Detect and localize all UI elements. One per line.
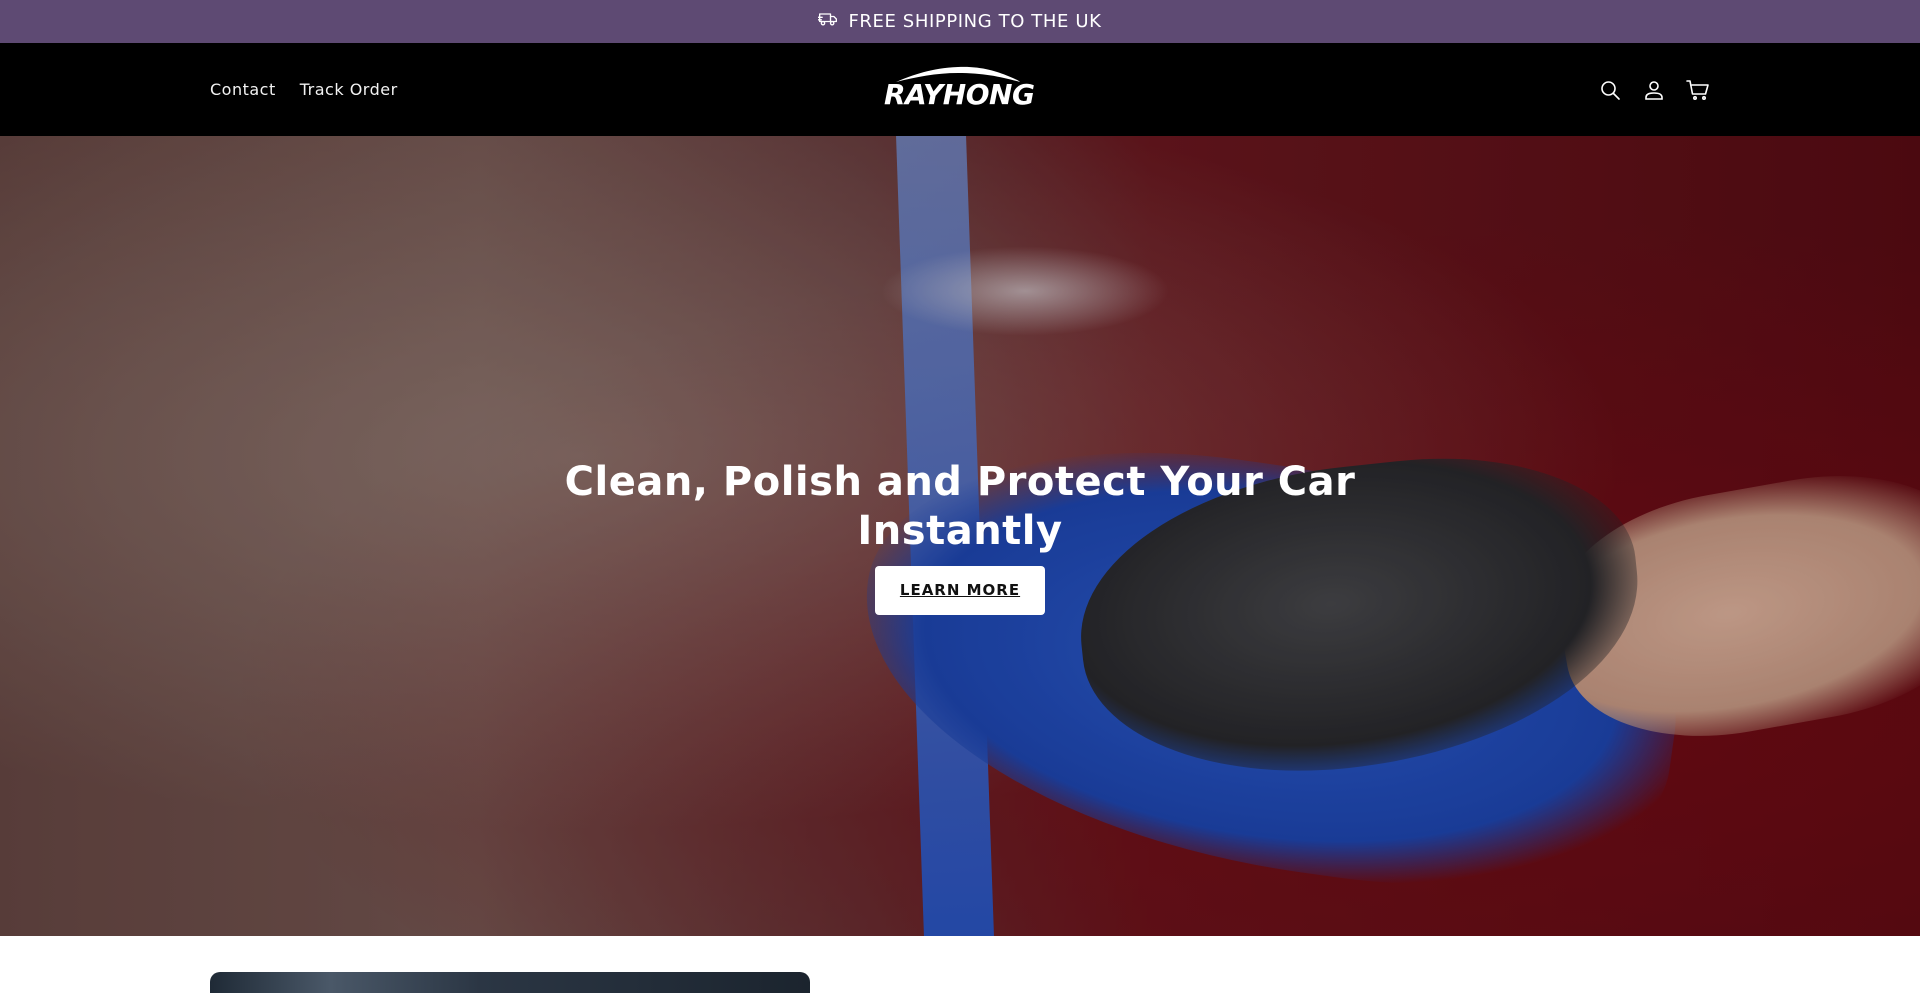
- cart-icon[interactable]: [1686, 78, 1710, 102]
- below-fold-section: [0, 936, 1920, 993]
- hero-content: Clean, Polish and Protect Your Car Insta…: [560, 458, 1360, 615]
- site-header: Contact Track Order RAYHONG: [0, 43, 1920, 136]
- featured-image-preview: [210, 972, 810, 993]
- announcement-text: FREE SHIPPING TO THE UK: [848, 11, 1102, 32]
- learn-more-button[interactable]: LEARN MORE: [875, 566, 1045, 615]
- truck-icon: [817, 10, 838, 33]
- nav-link-track-order[interactable]: Track Order: [300, 80, 398, 99]
- logo-text: RAYHONG: [884, 78, 1035, 111]
- hero-banner: Clean, Polish and Protect Your Car Insta…: [0, 136, 1920, 936]
- main-nav: Contact Track Order: [210, 43, 398, 136]
- site-logo[interactable]: RAYHONG: [884, 65, 1035, 115]
- announcement-bar: FREE SHIPPING TO THE UK: [0, 0, 1920, 43]
- search-icon[interactable]: [1598, 78, 1622, 102]
- account-icon[interactable]: [1642, 78, 1666, 102]
- nav-link-contact[interactable]: Contact: [210, 80, 276, 99]
- header-icons: [1598, 43, 1710, 136]
- hero-title: Clean, Polish and Protect Your Car Insta…: [564, 459, 1356, 554]
